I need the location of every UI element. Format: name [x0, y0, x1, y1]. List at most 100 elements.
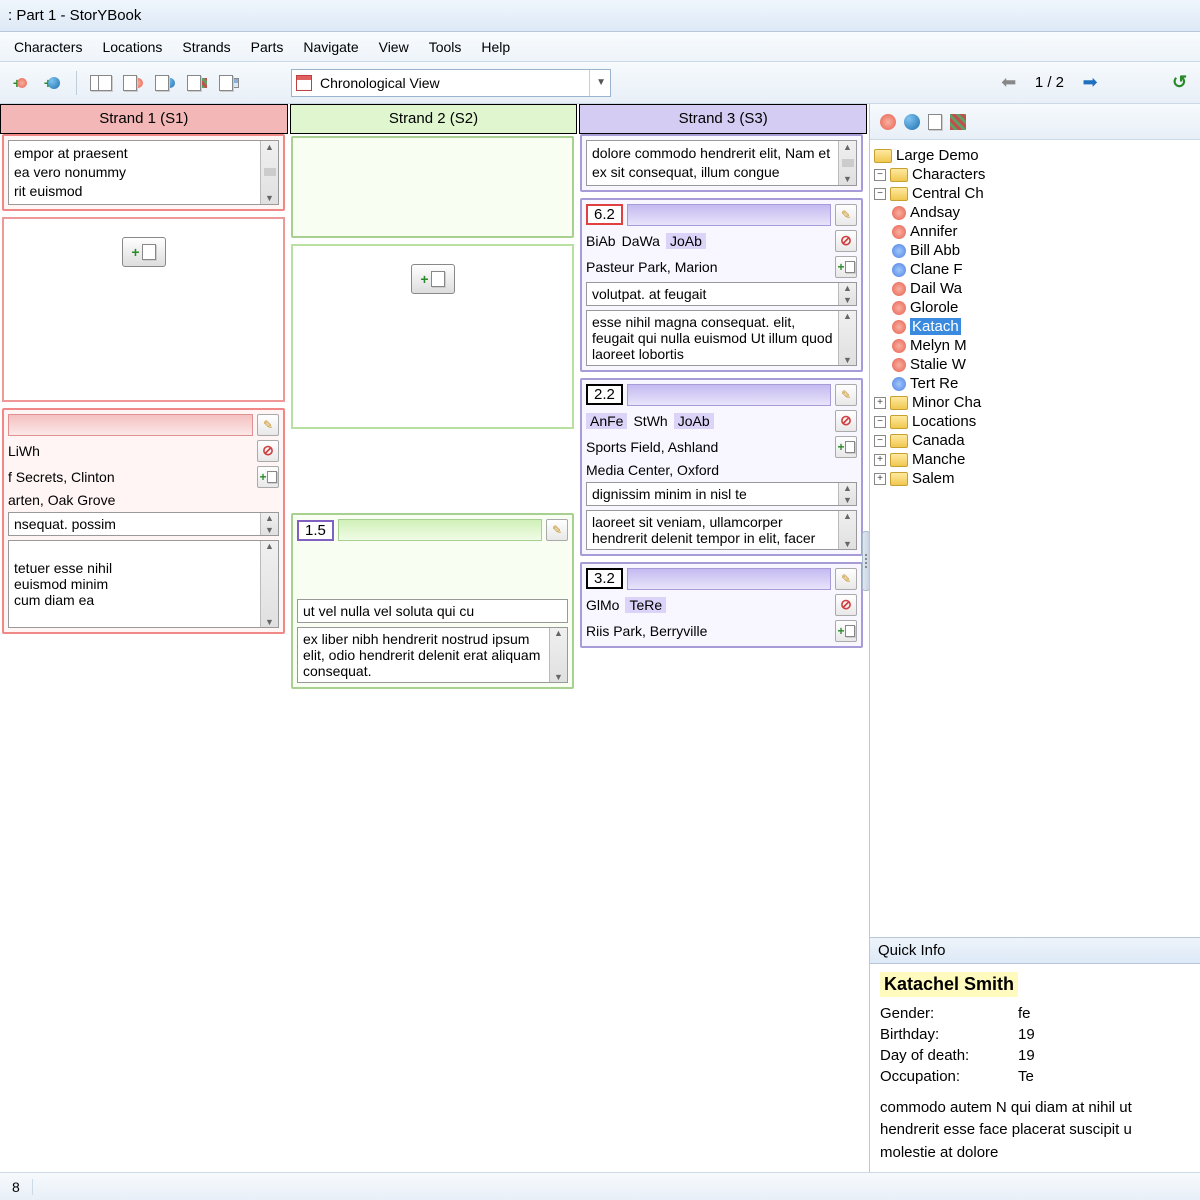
- add-scene-button[interactable]: +: [122, 237, 166, 267]
- strands-filter-icon[interactable]: [950, 114, 966, 130]
- pager-prev[interactable]: ⬅: [997, 71, 1021, 95]
- splitter-handle[interactable]: [862, 531, 870, 591]
- tree-character[interactable]: Andsay: [874, 203, 1196, 222]
- qi-value: 19: [1018, 1026, 1035, 1043]
- scene-card[interactable]: 3.2 ✎ GlMo TeRe ⊘ Riis Park, Berryville …: [580, 562, 863, 648]
- person-icon: [892, 377, 906, 391]
- tree-character[interactable]: Katach: [874, 317, 1196, 336]
- toolbar-doc-grid[interactable]: [215, 69, 243, 97]
- delete-scene-button[interactable]: ⊘: [835, 230, 857, 252]
- menu-locations[interactable]: Locations: [92, 35, 172, 59]
- scene-card[interactable]: dolore commodo hendrerit elit, Nam et ex…: [580, 134, 863, 192]
- documents-filter-icon[interactable]: [928, 114, 942, 130]
- scene-text[interactable]: dolore commodo hendrerit elit, Nam et ex…: [586, 140, 857, 186]
- expand-icon[interactable]: +: [874, 454, 886, 466]
- tree-location[interactable]: Salem: [912, 470, 955, 487]
- tree-character[interactable]: Melyn M: [874, 336, 1196, 355]
- toolbar-new-location[interactable]: +: [38, 69, 66, 97]
- tree-character[interactable]: Annifer: [874, 222, 1196, 241]
- tree-central[interactable]: Central Ch: [912, 185, 984, 202]
- tree-character[interactable]: Glorole: [874, 298, 1196, 317]
- tree-root[interactable]: Large Demo: [896, 147, 979, 164]
- scene-text[interactable]: ex liber nibh hendrerit nostrud ipsum el…: [297, 627, 568, 683]
- edit-scene-button[interactable]: ✎: [257, 414, 279, 436]
- toolbar-refresh[interactable]: ↻: [1166, 69, 1194, 97]
- toolbar-doc-strand[interactable]: [183, 69, 211, 97]
- toolbar-doc-location[interactable]: [151, 69, 179, 97]
- collapse-icon[interactable]: −: [874, 169, 886, 181]
- menu-help[interactable]: Help: [471, 35, 520, 59]
- tree-minor[interactable]: Minor Cha: [912, 394, 981, 411]
- scene-title[interactable]: [627, 204, 831, 226]
- tree-character[interactable]: Clane F: [874, 260, 1196, 279]
- scene-title[interactable]: [338, 519, 542, 541]
- tree-character[interactable]: Dail Wa: [874, 279, 1196, 298]
- person-icon: [892, 225, 906, 239]
- delete-scene-button[interactable]: ⊘: [835, 410, 857, 432]
- scene-text[interactable]: esse nihil magna consequat. elit, feugai…: [586, 310, 857, 366]
- add-scene-item-button[interactable]: +: [257, 466, 279, 488]
- edit-scene-button[interactable]: ✎: [835, 204, 857, 226]
- locations-filter-icon[interactable]: [904, 114, 920, 130]
- edit-scene-button[interactable]: ✎: [835, 384, 857, 406]
- expand-icon[interactable]: +: [874, 473, 886, 485]
- menu-view[interactable]: View: [369, 35, 419, 59]
- strand-header-2[interactable]: Strand 2 (S2): [290, 104, 578, 134]
- scene-card[interactable]: [291, 136, 574, 238]
- empty-scene-slot[interactable]: +: [291, 244, 574, 429]
- tree-character[interactable]: Stalie W: [874, 355, 1196, 374]
- characters-filter-icon[interactable]: [880, 114, 896, 130]
- edit-scene-button[interactable]: ✎: [835, 568, 857, 590]
- scene-text[interactable]: ut vel nulla vel soluta qui cu: [297, 599, 568, 623]
- window-title: : Part 1 - StorYBook: [8, 7, 141, 24]
- quick-info-name: Katachel Smith: [880, 972, 1018, 997]
- scene-card[interactable]: ✎ LiWh ⊘ f Secrets, Clinton + arten, Oak…: [2, 408, 285, 634]
- scene-character: AnFe: [586, 413, 627, 429]
- empty-scene-slot[interactable]: +: [2, 217, 285, 402]
- scene-title[interactable]: [627, 568, 831, 590]
- scene-card[interactable]: 1.5 ✎ ut vel nulla vel soluta qui cu ex …: [291, 513, 574, 689]
- menu-strands[interactable]: Strands: [172, 35, 240, 59]
- scene-text[interactable]: volutpat. at feugait▲▼: [586, 282, 857, 306]
- edit-scene-button[interactable]: ✎: [546, 519, 568, 541]
- menu-characters[interactable]: Characters: [4, 35, 92, 59]
- collapse-icon[interactable]: −: [874, 416, 886, 428]
- tree-characters[interactable]: Characters: [912, 166, 985, 183]
- pager-next[interactable]: ➡: [1078, 71, 1102, 95]
- scene-title[interactable]: [627, 384, 831, 406]
- strand-header-1[interactable]: Strand 1 (S1): [0, 104, 288, 134]
- strand-header-3[interactable]: Strand 3 (S3): [579, 104, 867, 134]
- menu-navigate[interactable]: Navigate: [293, 35, 368, 59]
- scene-text[interactable]: tetuer esse nihil euismod minim cum diam…: [8, 540, 279, 628]
- scene-card[interactable]: 6.2 ✎ BiAb DaWa JoAb ⊘ Pasteur Park, Mar…: [580, 198, 863, 372]
- add-scene-item-button[interactable]: +: [835, 256, 857, 278]
- scene-text[interactable]: nsequat. possim ▲▼: [8, 512, 279, 536]
- tree-character[interactable]: Tert Re: [874, 374, 1196, 393]
- toolbar-doc-person[interactable]: [119, 69, 147, 97]
- tree-locations[interactable]: Locations: [912, 413, 976, 430]
- expand-icon[interactable]: +: [874, 397, 886, 409]
- toolbar-copy-docs[interactable]: [87, 69, 115, 97]
- add-scene-item-button[interactable]: +: [835, 436, 857, 458]
- menu-parts[interactable]: Parts: [241, 35, 294, 59]
- delete-scene-button[interactable]: ⊘: [257, 440, 279, 462]
- tree-location[interactable]: Manche: [912, 451, 965, 468]
- toolbar-new-person[interactable]: +: [6, 69, 34, 97]
- menu-tools[interactable]: Tools: [419, 35, 472, 59]
- scene-text[interactable]: laoreet sit veniam, ullamcorper hendreri…: [586, 510, 857, 550]
- scene-text[interactable]: dignissim minim in nisl te▲▼: [586, 482, 857, 506]
- scene-card[interactable]: empor at praesent ea vero nonummy rit eu…: [2, 134, 285, 211]
- view-selector[interactable]: Chronological View ▼: [291, 69, 611, 97]
- dropdown-caret-icon: ▼: [589, 70, 606, 96]
- delete-scene-button[interactable]: ⊘: [835, 594, 857, 616]
- qi-value: 19: [1018, 1047, 1035, 1064]
- scene-card[interactable]: 2.2 ✎ AnFe StWh JoAb ⊘ Sports Field, Ash…: [580, 378, 863, 556]
- scene-text[interactable]: empor at praesent ea vero nonummy rit eu…: [8, 140, 279, 205]
- add-scene-button[interactable]: +: [411, 264, 455, 294]
- tree-character[interactable]: Bill Abb: [874, 241, 1196, 260]
- tree-location[interactable]: Canada: [912, 432, 965, 449]
- project-tree[interactable]: Large Demo − Characters − Central Ch Andsa…: [870, 140, 1200, 937]
- add-scene-item-button[interactable]: +: [835, 620, 857, 642]
- collapse-icon[interactable]: −: [874, 188, 886, 200]
- collapse-icon[interactable]: −: [874, 435, 886, 447]
